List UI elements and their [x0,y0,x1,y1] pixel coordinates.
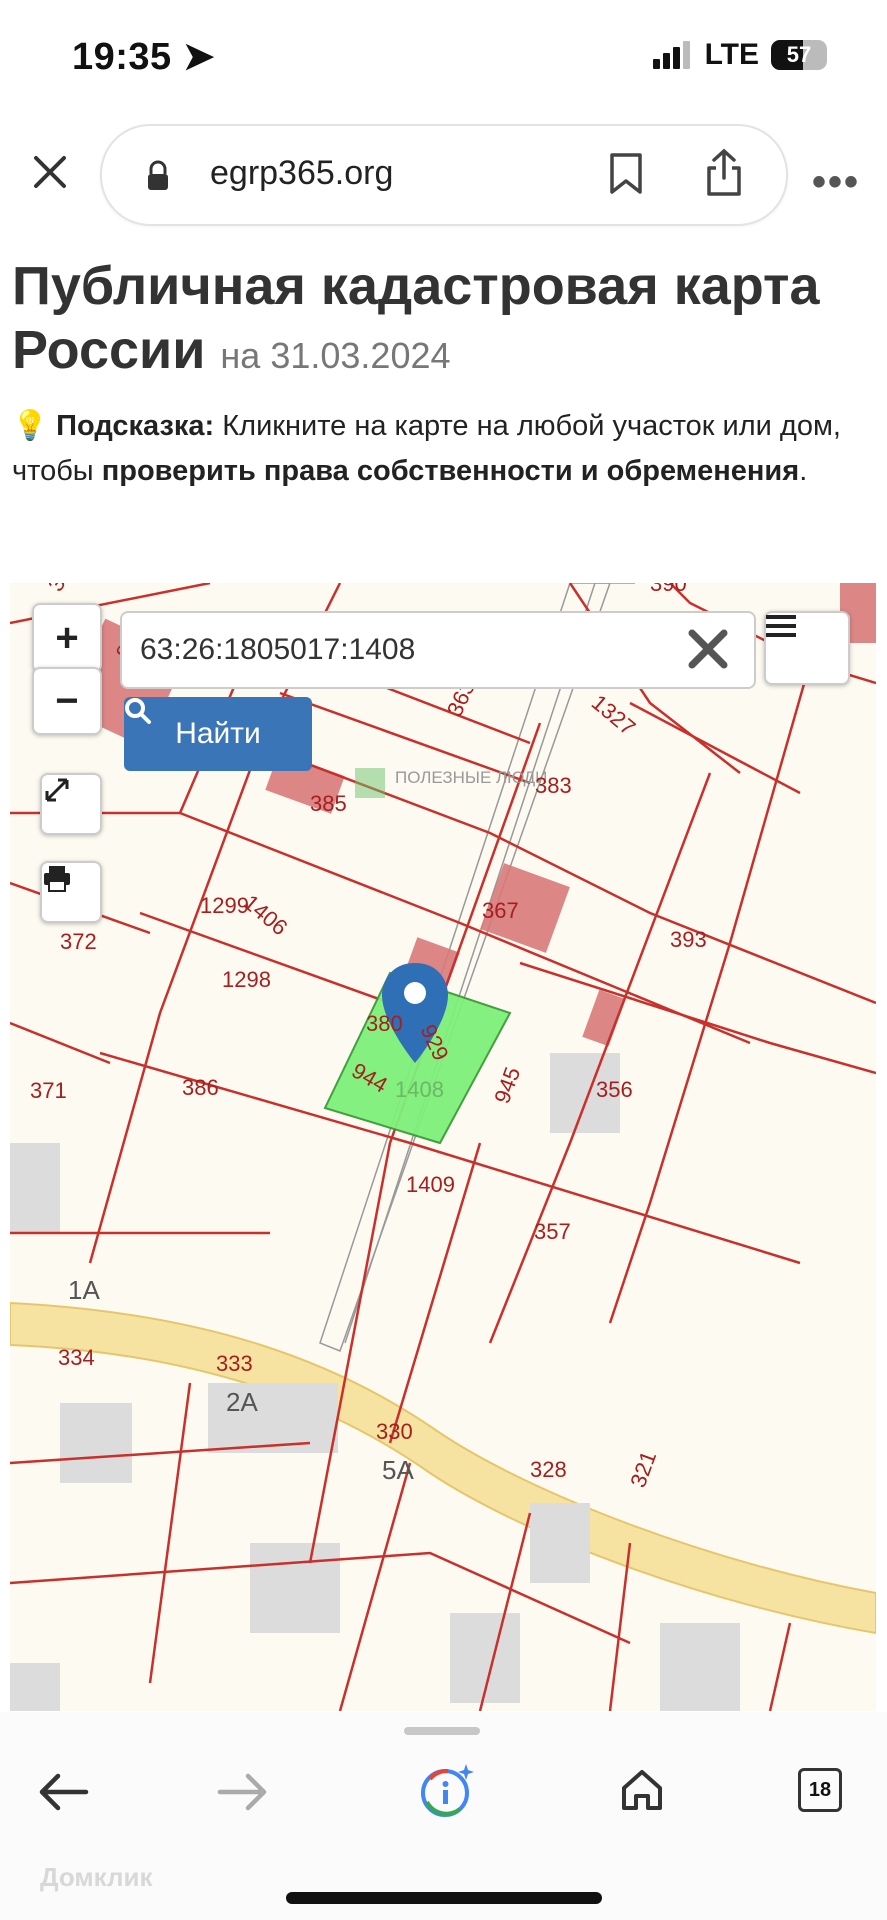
print-button[interactable] [40,861,102,923]
more-icon[interactable]: ••• [812,160,860,205]
search-icon [125,698,151,724]
search-value[interactable]: 63:26:1805017:1408 [140,633,415,667]
home-indicator [286,1892,602,1904]
parcel-label: 330 [376,1419,413,1444]
expand-icon [45,778,69,802]
menu-icon [766,615,796,637]
parcel-label: 390 [650,583,687,596]
hint-text: 💡 Подсказка: Кликните на карте на любой … [12,410,841,487]
parcel-label: 386 [182,1075,219,1100]
url-text[interactable]: egrp365.org [210,154,393,193]
status-indicators: LTE 57 [652,38,827,72]
back-icon[interactable] [36,1770,90,1814]
page-date: на 31.03.2024 [220,335,451,376]
bottom-watermark: Домклик [40,1862,153,1892]
parcel-label: 372 [60,929,97,954]
location-icon: ➤ [182,36,216,78]
parcel-label: 2A [226,1387,258,1417]
tabs-button[interactable]: 18 [798,1768,842,1812]
parcel-label: 356 [596,1077,633,1102]
bulb-icon: 💡 [12,410,49,442]
url-bar[interactable] [100,124,788,226]
parcel-label: 393 [670,927,707,952]
find-button[interactable]: Найти [124,697,312,771]
home-icon[interactable] [618,1766,666,1814]
fullscreen-button[interactable] [40,773,102,835]
menu-button[interactable] [764,611,850,685]
parcel-label: 5A [382,1455,414,1485]
share-icon[interactable] [704,148,744,198]
zoom-out-button[interactable]: − [32,667,102,735]
forward-icon[interactable] [216,1770,270,1814]
status-time: 19:35 ➤ [72,36,216,78]
lock-icon [148,160,168,190]
parcel-label: 357 [534,1219,571,1244]
parcel-label: 383 [535,773,572,798]
selected-parcel-label: 1408 [395,1077,444,1102]
battery-icon: 57 [771,40,827,70]
signal-icon [652,41,690,69]
sheet-handle[interactable] [404,1727,480,1735]
cadastral-map[interactable]: ПОЛЕЗНЫЕ ЛЮДИ 38139034836313278063853831… [10,583,876,1711]
print-icon [44,866,70,892]
assistant-icon[interactable] [418,1762,476,1820]
parcel-label: 334 [58,1345,95,1370]
parcel-label: 380 [366,1011,403,1036]
parcel-label: 1A [68,1275,100,1305]
main-road [10,1301,876,1635]
clear-icon[interactable] [686,627,730,671]
parcel-label: 328 [530,1457,567,1482]
parcel-label: 385 [310,791,347,816]
parcel-label: 945 [489,1064,525,1107]
close-icon[interactable] [28,150,72,194]
parcel-label: 367 [482,898,519,923]
parcel-label: 1327 [587,690,641,741]
parcel-label: 321 [625,1448,661,1491]
parcel-label: 333 [216,1351,253,1376]
parcel-label: 1298 [222,967,271,992]
zoom-in-button[interactable]: + [32,603,102,673]
parcel-label: 371 [30,1078,67,1103]
page-title: Публичная кадастровая карта России на 31… [12,256,820,380]
network-label: LTE [704,38,759,71]
parcel-label: 381 [43,583,83,596]
map-watermark: ПОЛЕЗНЫЕ ЛЮДИ [395,768,547,787]
parcel-label: 1409 [406,1172,455,1197]
bookmark-icon[interactable] [608,152,644,196]
